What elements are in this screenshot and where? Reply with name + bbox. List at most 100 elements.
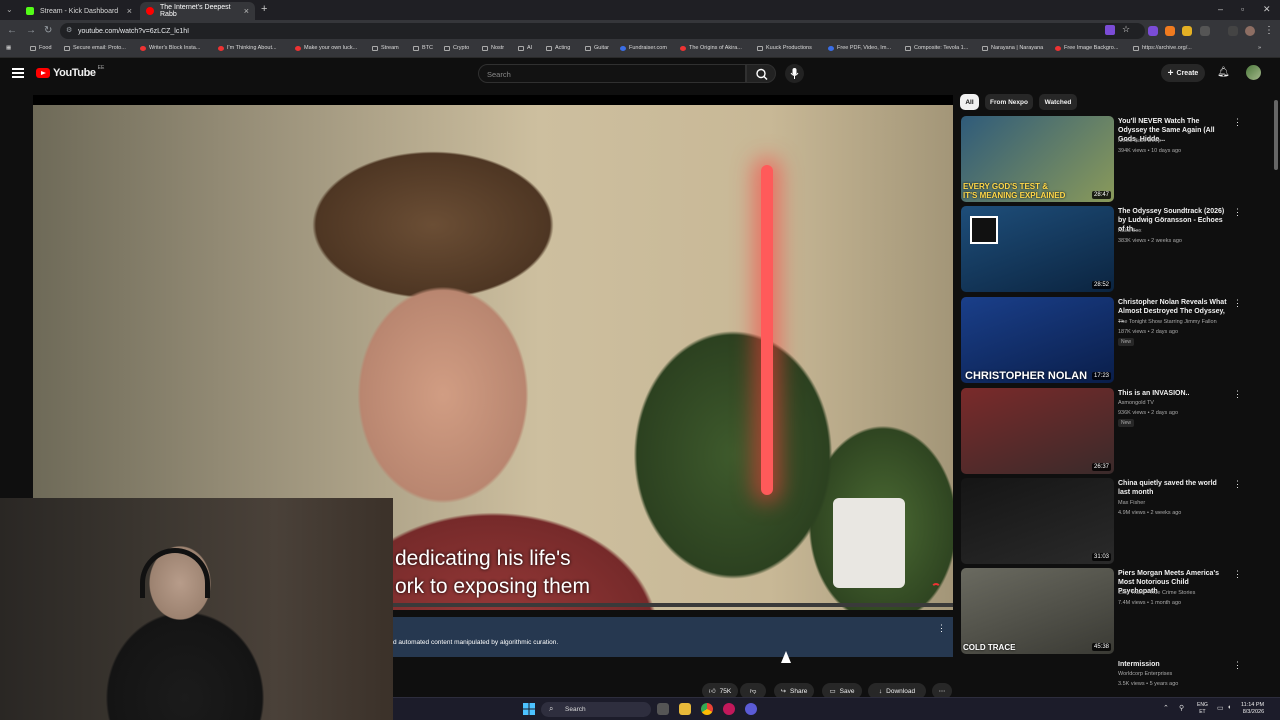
profile-avatar-icon[interactable] [1245, 26, 1255, 36]
page-scrollbar[interactable] [1274, 100, 1278, 170]
extension-icon[interactable] [1105, 25, 1115, 35]
close-tab-icon[interactable]: × [244, 6, 249, 16]
network-icon[interactable]: ▭ [1217, 704, 1224, 712]
video-title[interactable]: Intermission [1118, 660, 1230, 669]
tab-search-icon[interactable]: ⌄ [6, 5, 13, 14]
video-thumbnail[interactable]: COLD TRACE 45:38 [961, 568, 1114, 654]
tab-youtube-video[interactable]: The Internet's Deepest Rabb × [140, 2, 255, 20]
recommendation-item[interactable]: Intermission Worldcorp Enterprises 3.5K … [961, 659, 1261, 695]
video-thumbnail[interactable]: 31:03 [961, 478, 1114, 564]
channel-name[interactable]: Max Fisher [1118, 500, 1145, 506]
channel-name[interactable]: Kaka Box [1118, 228, 1142, 234]
reload-icon[interactable]: ↻ [44, 25, 52, 36]
banner-more-icon[interactable]: ⋮ [937, 623, 946, 634]
video-title[interactable]: This is an INVASION.. [1118, 389, 1230, 398]
bookmark-item[interactable]: Writer's Block Insta... [140, 45, 200, 51]
extension-icon[interactable] [1165, 26, 1175, 36]
bookmark-item[interactable]: https://archive.org/... [1133, 45, 1192, 51]
taskbar-search[interactable]: ⌕ Search [541, 702, 651, 717]
more-options-icon[interactable]: ⋮ [1233, 207, 1242, 218]
youtube-logo[interactable]: YouTube EE [36, 65, 104, 79]
bookmark-item[interactable]: I'm Thinking About... [218, 45, 277, 51]
bookmark-item[interactable]: BTC [413, 45, 433, 51]
browser-menu-icon[interactable]: ⋮ [1264, 25, 1274, 36]
back-icon[interactable]: ← [7, 25, 17, 36]
recommendation-item[interactable]: COLD TRACE 45:38 Piers Morgan Meets Amer… [961, 568, 1261, 656]
hamburger-menu-icon[interactable] [12, 68, 24, 78]
channel-name[interactable]: The Tonight Show Starring Jimmy Fallon [1118, 319, 1217, 325]
media-control-icon[interactable] [1228, 26, 1238, 36]
bookmark-item[interactable]: Acting [546, 45, 570, 51]
create-button[interactable]: + Create [1161, 64, 1205, 82]
app-icon[interactable] [745, 703, 757, 715]
close-tab-icon[interactable]: × [127, 6, 132, 16]
recommendation-item[interactable]: EVERY GOD'S TEST & IT'S MEANING EXPLAINE… [961, 116, 1261, 204]
bookmark-item[interactable]: Fundraiser.com [620, 45, 667, 51]
extension-icon[interactable] [1182, 26, 1192, 36]
channel-name[interactable]: Movie Balls Deep [1118, 138, 1161, 144]
search-input[interactable]: Search [478, 64, 746, 83]
system-clock[interactable]: 11:14 PM 8/3/2026 [1241, 702, 1264, 716]
bookmark-item[interactable]: Secure email: Proto... [64, 45, 126, 51]
bookmark-item[interactable]: Make your own luck... [295, 45, 357, 51]
video-title[interactable]: China quietly saved the world last month [1118, 479, 1230, 497]
notifications-bell-icon[interactable]: 🔔︎ [1217, 67, 1230, 78]
tray-overflow-icon[interactable]: ⌃ [1163, 704, 1169, 712]
task-view-icon[interactable] [657, 703, 669, 715]
extensions-puzzle-icon[interactable] [1200, 26, 1210, 36]
video-thumbnail[interactable]: EVERY GOD'S TEST & IT'S MEANING EXPLAINE… [961, 116, 1114, 202]
bookmark-item[interactable]: Free PDF, Video, Im... [828, 45, 891, 51]
minimize-icon[interactable]: – [1218, 4, 1223, 14]
account-avatar[interactable] [1246, 65, 1261, 80]
bookmark-item[interactable]: The Origins of Akira... [680, 45, 742, 51]
forward-icon[interactable]: → [26, 25, 36, 36]
bookmark-item[interactable]: Food [30, 45, 52, 51]
recommendation-item[interactable]: CHRISTOPHER NOLAN 17:23 Christopher Nola… [961, 297, 1261, 385]
chrome-icon[interactable] [701, 703, 713, 715]
bookmark-item[interactable]: Free Image Backgro... [1055, 45, 1118, 51]
language-indicator[interactable]: ENG ET [1197, 702, 1208, 716]
voice-search-button[interactable] [785, 64, 804, 83]
tray-app-icon[interactable]: ⚲ [1179, 704, 1184, 712]
recommendation-item[interactable]: 26:37 This is an INVASION.. Asmongold TV… [961, 388, 1261, 476]
recommendation-item[interactable]: 31:03 China quietly saved the world last… [961, 478, 1261, 566]
bookmark-star-icon[interactable]: ☆ [1122, 24, 1130, 35]
app-icon[interactable] [723, 703, 735, 715]
video-thumbnail[interactable]: CHRISTOPHER NOLAN 17:23 [961, 297, 1114, 383]
bookmark-item[interactable]: Nostr [482, 45, 504, 51]
channel-name[interactable]: Worldcorp Enterprises [1118, 671, 1172, 677]
chip-all[interactable]: All [960, 94, 979, 110]
channel-name[interactable]: Cold Trace - True Crime Stories [1118, 590, 1195, 596]
tab-kick-dashboard[interactable]: Stream - Kick Dashboard × [20, 2, 138, 20]
search-button[interactable] [746, 64, 776, 83]
more-options-icon[interactable]: ⋮ [1233, 660, 1242, 671]
more-options-icon[interactable]: ⋮ [1233, 569, 1242, 580]
close-window-icon[interactable]: ✕ [1263, 4, 1271, 15]
windows-start-icon[interactable] [523, 703, 535, 715]
bookmark-item[interactable]: Kuuck Productions [757, 45, 812, 51]
volume-icon[interactable]: ◖ [1227, 704, 1231, 711]
site-info-icon[interactable]: ⚙ [66, 26, 72, 34]
more-options-icon[interactable]: ⋮ [1233, 298, 1242, 309]
bookmark-item[interactable]: Stream [372, 45, 399, 51]
bookmarks-overflow-icon[interactable]: » [1258, 45, 1261, 51]
video-thumbnail[interactable]: 26:37 [961, 388, 1114, 474]
chip-from-channel[interactable]: From Nexpo [985, 94, 1033, 110]
url-bar[interactable]: ⚙ youtube.com/watch?v=6zLCZ_lc1hI ☆ [60, 23, 1145, 39]
bookmark-item[interactable]: AI [518, 45, 532, 51]
bookmark-item[interactable]: Composite: Tevola 1... [905, 45, 968, 51]
bookmark-item[interactable]: Guitar [585, 45, 609, 51]
file-explorer-icon[interactable] [679, 703, 691, 715]
more-options-icon[interactable]: ⋮ [1233, 479, 1242, 490]
more-options-icon[interactable]: ⋮ [1233, 389, 1242, 400]
chip-watched[interactable]: Watched [1039, 94, 1077, 110]
video-thumbnail[interactable]: 28:52 [961, 206, 1114, 292]
recommendation-item[interactable]: 28:52 The Odyssey Soundtrack (2026) by L… [961, 206, 1261, 294]
maximize-icon[interactable]: ▫ [1241, 4, 1244, 14]
extension-icon[interactable] [1148, 26, 1158, 36]
bookmark-item[interactable]: Narayana | Narayana [982, 45, 1043, 51]
new-tab-button[interactable]: + [261, 3, 267, 15]
more-options-icon[interactable]: ⋮ [1233, 117, 1242, 128]
channel-name[interactable]: Asmongold TV [1118, 400, 1154, 406]
apps-grid-icon[interactable]: ▦ [6, 45, 11, 51]
